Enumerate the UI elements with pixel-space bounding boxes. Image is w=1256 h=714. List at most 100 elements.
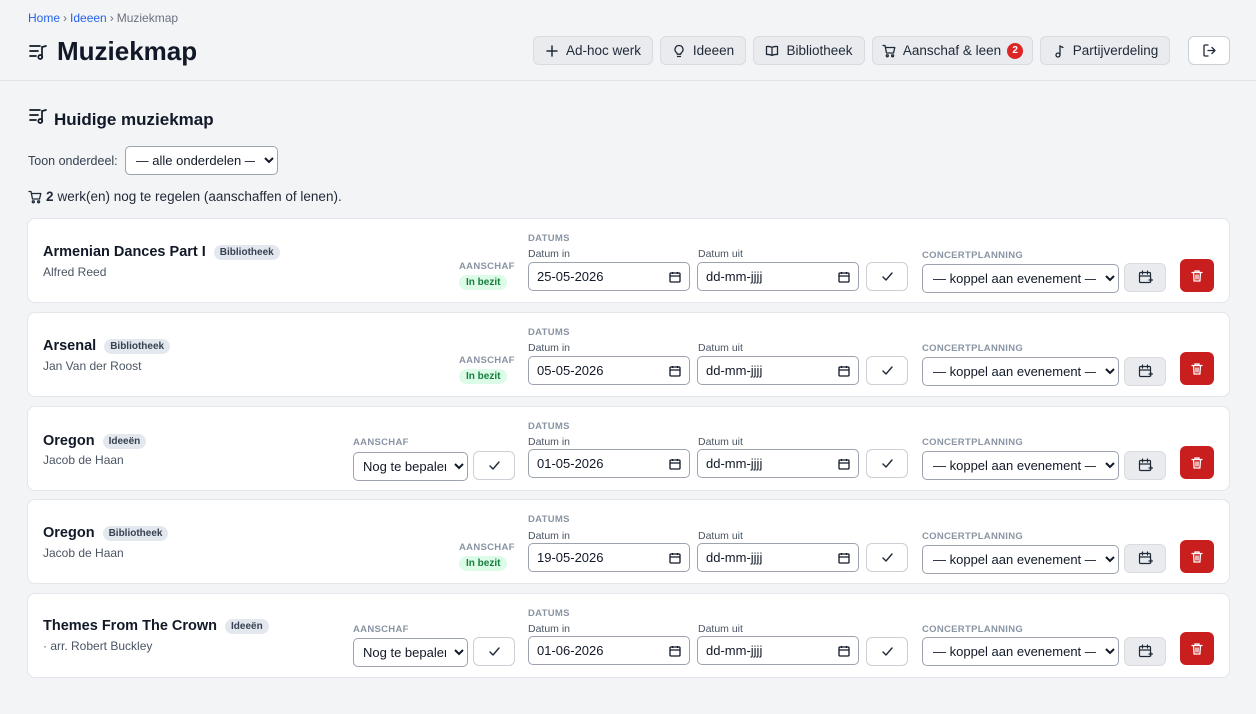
calendar-icon [838,458,850,470]
part-distribution-label: Partijverdeling [1072,43,1159,58]
delete-button[interactable] [1180,540,1214,573]
concert-label: CONCERTPLANNING [922,250,1024,261]
delete-button[interactable] [1180,632,1214,665]
work-card: Oregon Ideeën Jacob de Haan AANSCHAF Nog … [27,406,1230,491]
acquisition-select[interactable]: Nog te bepalen [353,638,468,667]
date-out-placeholder: dd-mm-jjjj [706,550,763,565]
shopping-cart-icon [882,44,896,57]
date-out-placeholder: dd-mm-jjjj [706,643,763,658]
date-out-input[interactable]: dd-mm-jjjj [697,543,859,572]
source-tag: Bibliotheek [102,525,169,541]
confirm-dates-button[interactable] [866,262,908,291]
event-select[interactable]: — koppel aan evenement — [922,637,1119,666]
date-in-input[interactable]: 01-06-2026 [528,636,690,665]
concert-label: CONCERTPLANNING [922,624,1024,635]
date-out-input[interactable]: dd-mm-jjjj [697,449,859,478]
acquisition-label: AANSCHAF [459,355,515,366]
date-out-input[interactable]: dd-mm-jjjj [697,356,859,385]
breadcrumb-ideas-link[interactable]: Ideeen [70,11,107,25]
delete-button[interactable] [1180,446,1214,479]
event-select[interactable]: — koppel aan evenement — [922,264,1119,293]
calendar-icon [669,552,681,564]
event-select[interactable]: — koppel aan evenement — [922,451,1119,480]
library-label: Bibliotheek [786,43,853,58]
date-in-label: Datum in [528,530,571,542]
dates-label: DATUMS [528,421,570,432]
work-composer: Alfred Reed [43,265,107,279]
part-distribution-button[interactable]: Partijverdeling [1040,36,1170,65]
date-in-value: 25-05-2026 [537,269,604,284]
library-button[interactable]: Bibliotheek [753,36,865,65]
trash-icon [1191,362,1203,375]
confirm-dates-button[interactable] [866,543,908,572]
work-card: Themes From The Crown Ideeën · arr. Rober… [27,593,1230,678]
confirm-dates-button[interactable] [866,637,908,666]
work-card: Oregon Bibliotheek Jacob de Haan AANSCHAF… [27,499,1230,584]
checkmark-icon [881,366,893,375]
delete-button[interactable] [1180,352,1214,385]
date-in-input[interactable]: 25-05-2026 [528,262,690,291]
concert-label: CONCERTPLANNING [922,437,1024,448]
checkmark-icon [881,647,893,656]
source-tag: Ideeën [225,618,269,634]
dates-label: DATUMS [528,608,570,619]
breadcrumb-home-link[interactable]: Home [28,11,60,25]
date-in-input[interactable]: 19-05-2026 [528,543,690,572]
status-badge: In bezit [459,556,508,571]
date-out-placeholder: dd-mm-jjjj [706,363,763,378]
ideas-button[interactable]: Ideeen [660,36,746,65]
date-in-value: 01-05-2026 [537,456,604,471]
confirm-dates-button[interactable] [866,356,908,385]
acquisition-select[interactable]: Nog te bepalen [353,452,468,481]
date-in-input[interactable]: 01-05-2026 [528,449,690,478]
confirm-acquisition-button[interactable] [473,637,515,666]
acquisition-label: AANSCHAF [459,542,515,553]
event-select[interactable]: — koppel aan evenement — [922,545,1119,574]
calendar-icon [669,458,681,470]
delete-button[interactable] [1180,259,1214,292]
logout-button[interactable] [1188,36,1230,65]
add-to-calendar-button[interactable] [1124,451,1166,480]
acquisition-label: AANSCHAF [459,261,515,272]
add-to-calendar-button[interactable] [1124,544,1166,573]
add-to-calendar-button[interactable] [1124,637,1166,666]
confirm-acquisition-button[interactable] [473,451,515,480]
acquisition-label: AANSCHAF [353,437,409,448]
date-in-label: Datum in [528,623,571,635]
calendar-plus-icon [1138,458,1153,472]
source-tag: Bibliotheek [213,244,280,260]
part-filter-select[interactable]: — alle onderdelen — [124,146,278,175]
dates-label: DATUMS [528,233,570,244]
add-to-calendar-button[interactable] [1124,263,1166,292]
calendar-icon [838,271,850,283]
section-title: Huidige muziekmap [28,106,214,129]
breadcrumb-current: Muziekmap [116,11,179,25]
part-filter-label: Toon onderdeel: [28,153,118,168]
work-composer: · arr. Robert Buckley [43,639,153,653]
work-title: Themes From The Crown [43,618,218,634]
date-out-placeholder: dd-mm-jjjj [706,269,763,284]
date-out-label: Datum uit [698,248,743,260]
adhoc-work-button[interactable]: Ad-hoc werk [533,36,653,65]
lightbulb-icon [674,44,684,57]
add-to-calendar-button[interactable] [1124,357,1166,386]
page-title: Muziekmap [57,36,198,66]
trash-icon [1191,269,1203,282]
work-composer: Jacob de Haan [43,546,124,560]
date-out-input[interactable]: dd-mm-jjjj [697,262,859,291]
work-title: Oregon [43,525,95,541]
work-title: Arsenal [43,338,97,354]
calendar-plus-icon [1138,364,1153,378]
purchase-loan-button[interactable]: Aanschaf & leen 2 [872,36,1033,65]
calendar-icon [669,365,681,377]
page-header: Home › Ideeen › Muziekmap Muziekmap Ad-hoc w… [0,0,1256,81]
event-select[interactable]: — koppel aan evenement — [922,357,1119,386]
calendar-icon [669,271,681,283]
pending-info: 2 werk(en) nog te regelen (aanschaffen o… [28,189,342,204]
date-in-input[interactable]: 05-05-2026 [528,356,690,385]
open-book-icon [766,45,779,56]
date-out-input[interactable]: dd-mm-jjjj [697,636,859,665]
work-composer: Jan Van der Roost [43,359,142,373]
confirm-dates-button[interactable] [866,449,908,478]
date-out-placeholder: dd-mm-jjjj [706,456,763,471]
